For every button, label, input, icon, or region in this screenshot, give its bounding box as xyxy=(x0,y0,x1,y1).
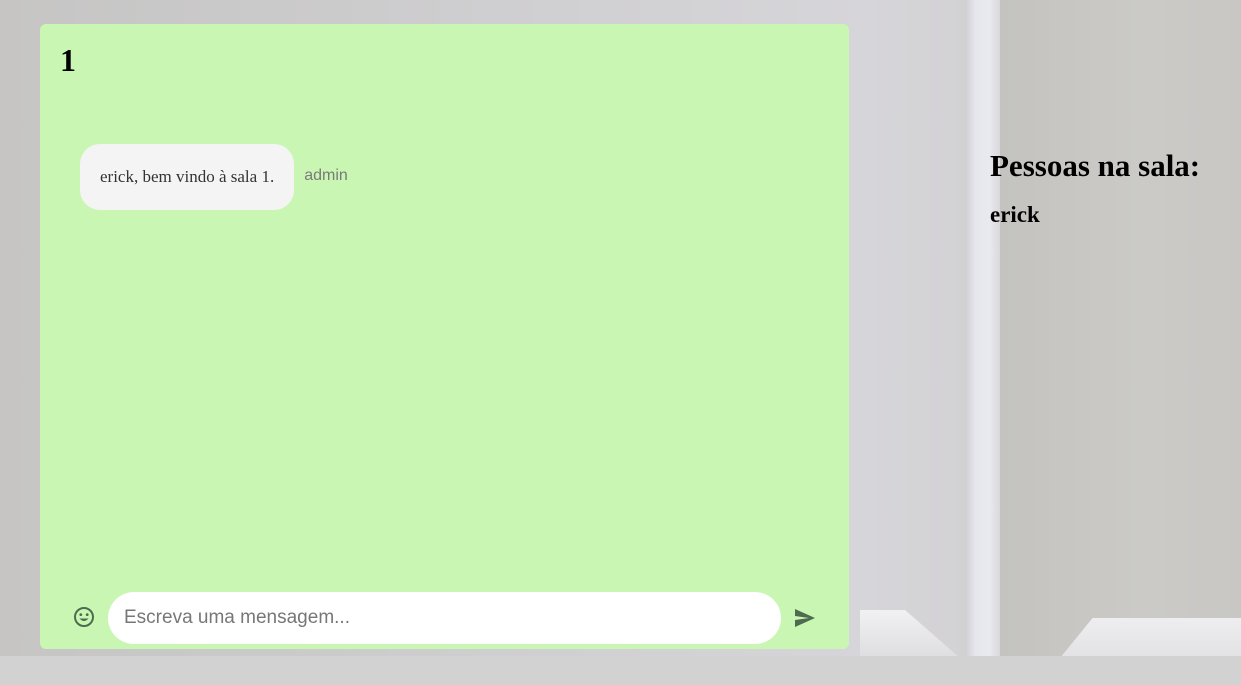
message-input[interactable] xyxy=(108,592,781,644)
room-title: 1 xyxy=(60,42,76,78)
background-shelf xyxy=(0,656,1241,685)
send-icon[interactable] xyxy=(793,606,817,630)
message-composer xyxy=(40,592,849,644)
message-bubble: erick, bem vindo à sala 1. xyxy=(80,144,295,210)
chat-panel: 1 erick, bem vindo à sala 1. admin xyxy=(40,24,849,649)
message-author: admin xyxy=(304,167,348,184)
background-pole xyxy=(965,0,1000,685)
smiley-icon[interactable] xyxy=(72,605,96,629)
people-panel: Pessoas na sala: erick xyxy=(990,148,1235,228)
people-title: Pessoas na sala: xyxy=(990,148,1201,183)
message-row: erick, bem vindo à sala 1. admin xyxy=(80,144,348,210)
people-list: erick xyxy=(990,202,1235,228)
background-wall xyxy=(1000,0,1241,685)
background-object xyxy=(860,610,960,658)
people-list-item: erick xyxy=(990,202,1040,227)
